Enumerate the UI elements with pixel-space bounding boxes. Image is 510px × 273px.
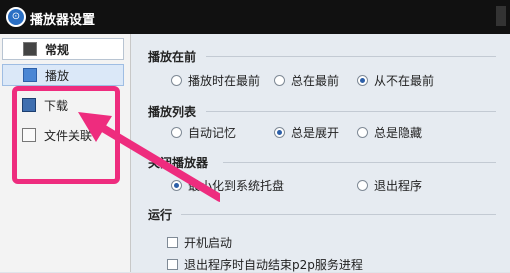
radio-option-always-hide[interactable]: 总是隐藏 [357,124,422,141]
play-icon [23,68,37,82]
sidebar-item-general[interactable]: 常规 [2,38,124,60]
close-button[interactable] [496,6,506,26]
title-bar: ⊙ 播放器设置 [0,0,510,34]
checkbox[interactable] [167,237,178,248]
section-divider [181,214,496,215]
radio-button[interactable] [274,75,285,86]
option-label: 总是展开 [291,126,340,140]
settings-panel: 播放在前 播放时在最前 总在最前 从不在最前 播放列表 自动记忆 总是展开 总是… [131,34,510,272]
window-title: 播放器设置 [30,13,96,28]
option-label: 总是隐藏 [374,126,423,140]
section-divider [206,56,496,57]
radio-option-auto-remember[interactable]: 自动记忆 [171,124,236,141]
section-title-playlist: 播放列表 [148,105,197,119]
radio-option-exit-program[interactable]: 退出程序 [357,177,422,194]
sidebar-item-label: 常规 [45,42,70,57]
option-label: 最小化到系统托盘 [188,179,285,193]
section-title-playing-front: 播放在前 [148,50,197,64]
annotation-highlight-box [12,86,120,184]
section-divider [223,162,496,163]
radio-button[interactable] [171,180,182,191]
checkbox-option-start-on-boot[interactable]: 开机启动 [167,234,232,251]
monitor-icon [23,42,37,56]
radio-button[interactable] [357,180,368,191]
radio-option-always-front[interactable]: 总在最前 [274,72,339,89]
sidebar-item-play[interactable]: 播放 [2,64,124,86]
option-label: 开机启动 [184,236,233,250]
radio-button[interactable] [171,127,182,138]
radio-option-never-front[interactable]: 从不在最前 [357,72,434,89]
radio-button[interactable] [357,75,368,86]
option-label: 从不在最前 [374,74,435,88]
checkbox[interactable] [167,259,178,270]
checkbox-option-end-p2p-service[interactable]: 退出程序时自动结束p2p服务进程 [167,256,363,273]
radio-option-minimize-tray[interactable]: 最小化到系统托盘 [171,177,284,194]
radio-button[interactable] [274,127,285,138]
radio-button[interactable] [171,75,182,86]
option-label: 总在最前 [291,74,340,88]
section-title-close-player: 关闭播放器 [148,156,209,170]
app-logo-icon: ⊙ [6,7,26,27]
option-label: 退出程序时自动结束p2p服务进程 [184,258,363,272]
option-label: 退出程序 [374,179,423,193]
radio-button[interactable] [357,127,368,138]
radio-option-always-expand[interactable]: 总是展开 [274,124,339,141]
option-label: 播放时在最前 [188,74,261,88]
sidebar-item-label: 播放 [45,68,70,83]
option-label: 自动记忆 [188,126,237,140]
section-title-run: 运行 [148,208,173,222]
section-divider [206,111,496,112]
radio-option-playing-front[interactable]: 播放时在最前 [171,72,260,89]
